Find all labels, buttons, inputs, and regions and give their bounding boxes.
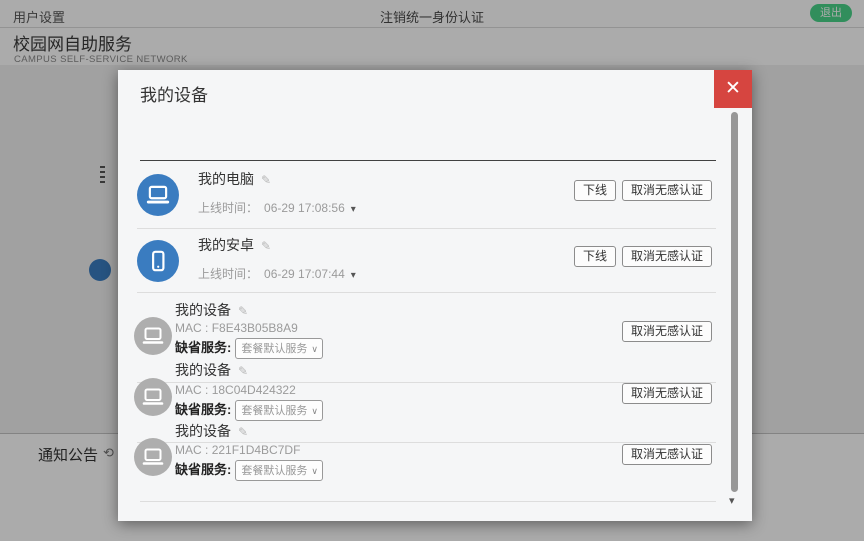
device-name: 我的设备✎ (175, 300, 248, 320)
laptop-icon (134, 438, 172, 476)
laptop-icon (134, 378, 172, 416)
online-time: 上线时间：06-29 17:07:44▾ (198, 265, 356, 282)
laptop-icon (134, 317, 172, 355)
select-chevron-icon: ∨ (311, 406, 318, 416)
modal-close-button[interactable]: ✕ (714, 70, 752, 108)
device-name: 我的安卓✎ (198, 235, 271, 255)
screen: 用户设置 注销统一身份认证 退出 校园网自助服务 CAMPUS SELF-SER… (0, 0, 864, 541)
footer-divider (140, 501, 716, 502)
device-name: 我的电脑✎ (198, 169, 271, 189)
default-service: 缺省服务:套餐默认服务∨ (175, 337, 323, 359)
row-actions: 取消无感认证 (622, 321, 712, 342)
edit-icon[interactable]: ✎ (238, 364, 248, 378)
device-name: 我的设备✎ (175, 360, 248, 380)
row-actions: 取消无感认证 (622, 383, 712, 404)
row-actions: 取消无感认证 (622, 444, 712, 465)
cancel-auth-button[interactable]: 取消无感认证 (622, 321, 712, 342)
chevron-down-icon[interactable]: ▾ (351, 204, 356, 215)
row-actions: 下线 取消无感认证 (574, 180, 712, 201)
mac-address: MAC : 221F1D4BC7DF (175, 443, 300, 457)
default-service: 缺省服务:套餐默认服务∨ (175, 459, 323, 481)
select-chevron-icon: ∨ (311, 466, 318, 476)
row-divider (137, 228, 716, 229)
modal-title: 我的设备 (140, 81, 208, 106)
phone-icon (137, 240, 179, 282)
mac-address: MAC : 18C04D424322 (175, 383, 296, 397)
scrollbar-down-arrow-icon[interactable]: ▾ (729, 494, 735, 507)
default-service-select[interactable]: 套餐默认服务∨ (235, 400, 323, 421)
cancel-auth-button[interactable]: 取消无感认证 (622, 383, 712, 404)
modal-scrollbar-thumb[interactable] (731, 112, 738, 492)
online-time: 上线时间：06-29 17:08:56▾ (198, 199, 356, 216)
cancel-auth-button[interactable]: 取消无感认证 (622, 246, 712, 267)
my-devices-modal: 我的设备 ✕ 我的电脑✎ 上线时间：06-29 17:08:56▾ 下线 取消无… (118, 70, 752, 521)
default-service: 缺省服务:套餐默认服务∨ (175, 399, 323, 421)
cancel-auth-button[interactable]: 取消无感认证 (622, 444, 712, 465)
cancel-auth-button[interactable]: 取消无感认证 (622, 180, 712, 201)
mac-address: MAC : F8E43B05B8A9 (175, 321, 298, 335)
select-chevron-icon: ∨ (311, 344, 318, 354)
device-name: 我的设备✎ (175, 421, 248, 441)
laptop-icon (137, 174, 179, 216)
edit-icon[interactable]: ✎ (238, 425, 248, 439)
edit-icon[interactable]: ✎ (261, 239, 271, 253)
row-divider (137, 292, 716, 293)
offline-button[interactable]: 下线 (574, 246, 616, 267)
edit-icon[interactable]: ✎ (238, 304, 248, 318)
chevron-down-icon[interactable]: ▾ (351, 270, 356, 281)
edit-icon[interactable]: ✎ (261, 173, 271, 187)
offline-button[interactable]: 下线 (574, 180, 616, 201)
default-service-select[interactable]: 套餐默认服务∨ (235, 460, 323, 481)
header-divider (140, 160, 716, 161)
row-actions: 下线 取消无感认证 (574, 246, 712, 267)
default-service-select[interactable]: 套餐默认服务∨ (235, 338, 323, 359)
